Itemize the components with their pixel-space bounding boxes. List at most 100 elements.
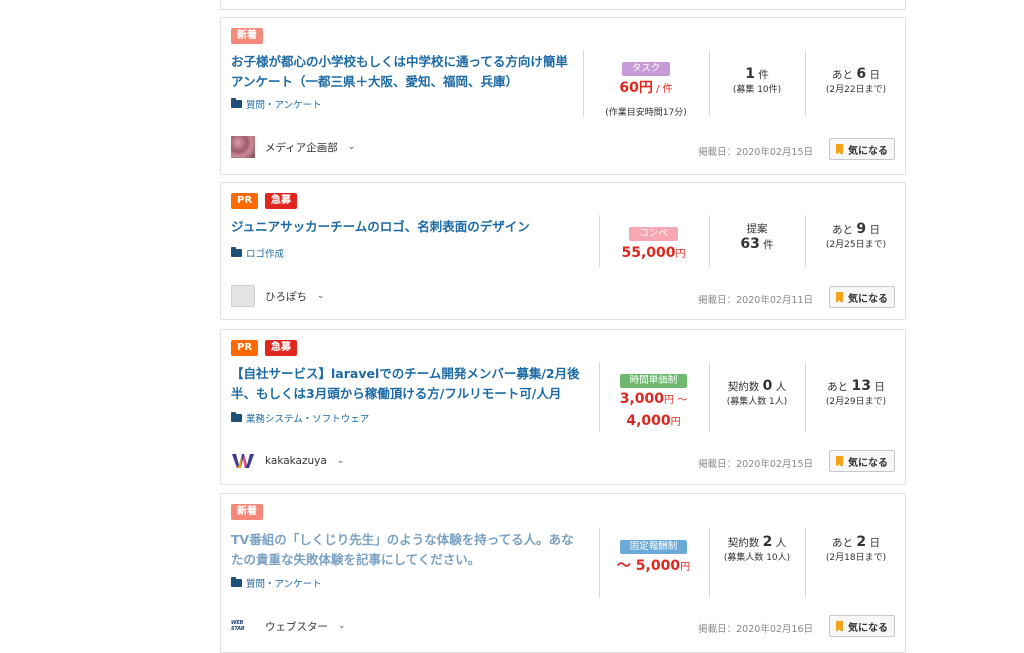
price-unit: 円	[675, 249, 686, 260]
deadline-unit: 日	[866, 224, 880, 236]
bookmark-icon	[836, 456, 843, 467]
bookmark-icon	[836, 621, 843, 632]
category-label: ロゴ作成	[246, 249, 285, 260]
badge-urgent: 急募	[265, 193, 297, 209]
favorite-label: 気になる	[848, 293, 888, 305]
price-min: 3,000	[619, 391, 665, 407]
price-max-unit: 円	[670, 417, 681, 428]
price-value: 60円	[619, 80, 653, 96]
category-link[interactable]: 質問・アンケート	[231, 576, 322, 590]
count-unit: 人	[772, 381, 787, 393]
category-link[interactable]: 業務システム・ソフトウェア	[231, 411, 369, 425]
deadline-sub: (2月29日まで)	[825, 397, 887, 407]
favorite-label: 気になる	[848, 622, 888, 634]
category-link[interactable]: 質問・アンケート	[231, 97, 322, 111]
deadline-column: あと 13 日 (2月29日まで)	[807, 378, 905, 407]
deadline-sub: (2月25日まで)	[825, 240, 887, 250]
job-card: PR 急募 【自社サービス】laravelでのチーム開発メンバー募集/2月後半、…	[220, 329, 906, 485]
deadline-value: 2	[856, 534, 867, 550]
price-value: 5,000	[635, 558, 681, 574]
divider	[805, 215, 806, 267]
type-tag: 固定報酬制	[619, 540, 688, 554]
divider	[805, 50, 806, 117]
client-avatar	[231, 285, 255, 307]
folder-icon	[231, 412, 242, 422]
count-unit: 件	[759, 239, 774, 251]
client-name: ウェブスター	[265, 620, 328, 633]
client-logo-icon	[232, 454, 254, 468]
divider	[599, 362, 600, 432]
bookmark-icon	[836, 144, 843, 155]
favorite-button[interactable]: 気になる	[829, 615, 895, 637]
client-link[interactable]: ひろぽち ⌄	[231, 285, 325, 307]
price-column: 固定報酬制 〜 5,000円	[601, 534, 706, 578]
count-column: 提案 63 件	[711, 221, 803, 252]
type-tag: タスク	[621, 62, 671, 76]
divider	[709, 215, 710, 267]
price-value: 55,000	[621, 245, 676, 261]
category-label: 質問・アンケート	[246, 100, 322, 111]
favorite-button[interactable]: 気になる	[829, 138, 895, 160]
job-title-link[interactable]: ジュニアサッカーチームのロゴ、名刺表面のデザイン	[231, 217, 561, 237]
deadline-value: 6	[856, 66, 867, 82]
deadline-prefix: あと	[832, 69, 857, 81]
deadline-value: 9	[856, 221, 867, 237]
divider	[599, 215, 600, 267]
price-unit: 円	[680, 562, 691, 573]
client-link[interactable]: メディア企画部 ⌄	[231, 136, 355, 158]
job-card: PR 急募 ジュニアサッカーチームのロゴ、名刺表面のデザイン ロゴ作成 コンペ …	[220, 182, 906, 320]
deadline-sub: (2月18日まで)	[825, 553, 887, 563]
posted-date: 掲載日：2020年02月16日	[698, 624, 813, 635]
divider	[805, 362, 806, 432]
deadline-unit: 日	[866, 537, 880, 549]
favorite-button[interactable]: 気になる	[829, 286, 895, 308]
client-name: メディア企画部	[265, 141, 338, 154]
divider	[583, 50, 584, 117]
posted-date: 掲載日：2020年02月15日	[698, 459, 813, 470]
favorite-label: 気になる	[848, 145, 888, 157]
client-link[interactable]: WEB STAR ウェブスター ⌄	[231, 615, 346, 637]
count-prefix: 契約数	[727, 381, 763, 393]
favorite-button[interactable]: 気になる	[829, 450, 895, 472]
deadline-value: 13	[851, 378, 871, 394]
badge-new: 新着	[231, 504, 263, 520]
divider	[709, 50, 710, 117]
client-link[interactable]: kakakazuya ⌄	[231, 450, 344, 472]
client-logo: WEB STAR	[231, 620, 245, 632]
price-column: コンペ 55,000円	[601, 221, 706, 265]
count-sub: (募集人数 10人)	[723, 553, 791, 563]
price-note: (作業目安時間17分)	[605, 108, 687, 118]
price-max: 4,000	[626, 413, 671, 429]
job-title-link[interactable]: 【自社サービス】laravelでのチーム開発メンバー募集/2月後半、もしくは3月…	[231, 364, 586, 404]
deadline-prefix: あと	[832, 537, 857, 549]
chevron-down-icon: ⌄	[338, 621, 346, 631]
job-title-link[interactable]: TV番組の「しくじり先生」のような体験を持ってる人。あなたの貴重な失敗体験を記事…	[231, 530, 586, 570]
category-link[interactable]: ロゴ作成	[231, 246, 284, 260]
client-avatar: WEB STAR	[231, 615, 255, 637]
price-column: 時間単価制 3,000円 〜 4,000円	[601, 368, 706, 429]
price-column: タスク 60円 / 件 (作業目安時間17分)	[586, 56, 706, 119]
count-sub: (募集人数 1人)	[726, 397, 788, 407]
job-card: 新着 お子様が都心の小学校もしくは中学校に通ってる方向け簡単アンケート（一都三県…	[220, 17, 906, 175]
badge-pr: PR	[231, 340, 259, 356]
deadline-sub: (2月22日まで)	[825, 85, 887, 95]
type-tag: 時間単価制	[619, 374, 688, 388]
posted-date: 掲載日：2020年02月15日	[698, 147, 813, 158]
chevron-down-icon: ⌄	[336, 456, 345, 466]
count-column: 契約数 0 人 (募集人数 1人)	[711, 378, 803, 407]
count-value: 1	[745, 66, 755, 82]
client-avatar	[231, 136, 255, 158]
count-unit: 件	[754, 69, 769, 81]
client-name: kakakazuya	[265, 455, 327, 467]
divider	[805, 528, 806, 598]
type-tag: コンペ	[629, 227, 678, 241]
deadline-column: あと 2 日 (2月18日まで)	[807, 534, 905, 563]
count-label: 提案	[746, 223, 768, 235]
client-avatar	[231, 450, 255, 472]
count-value: 0	[762, 378, 773, 394]
folder-icon	[231, 98, 242, 108]
folder-icon	[231, 577, 242, 587]
count-sub: (募集 10件)	[732, 85, 782, 95]
job-card: 新着 TV番組の「しくじり先生」のような体験を持ってる人。あなたの貴重な失敗体験…	[220, 493, 906, 653]
job-title-link[interactable]: お子様が都心の小学校もしくは中学校に通ってる方向け簡単アンケート（一都三県＋大阪…	[231, 52, 576, 92]
